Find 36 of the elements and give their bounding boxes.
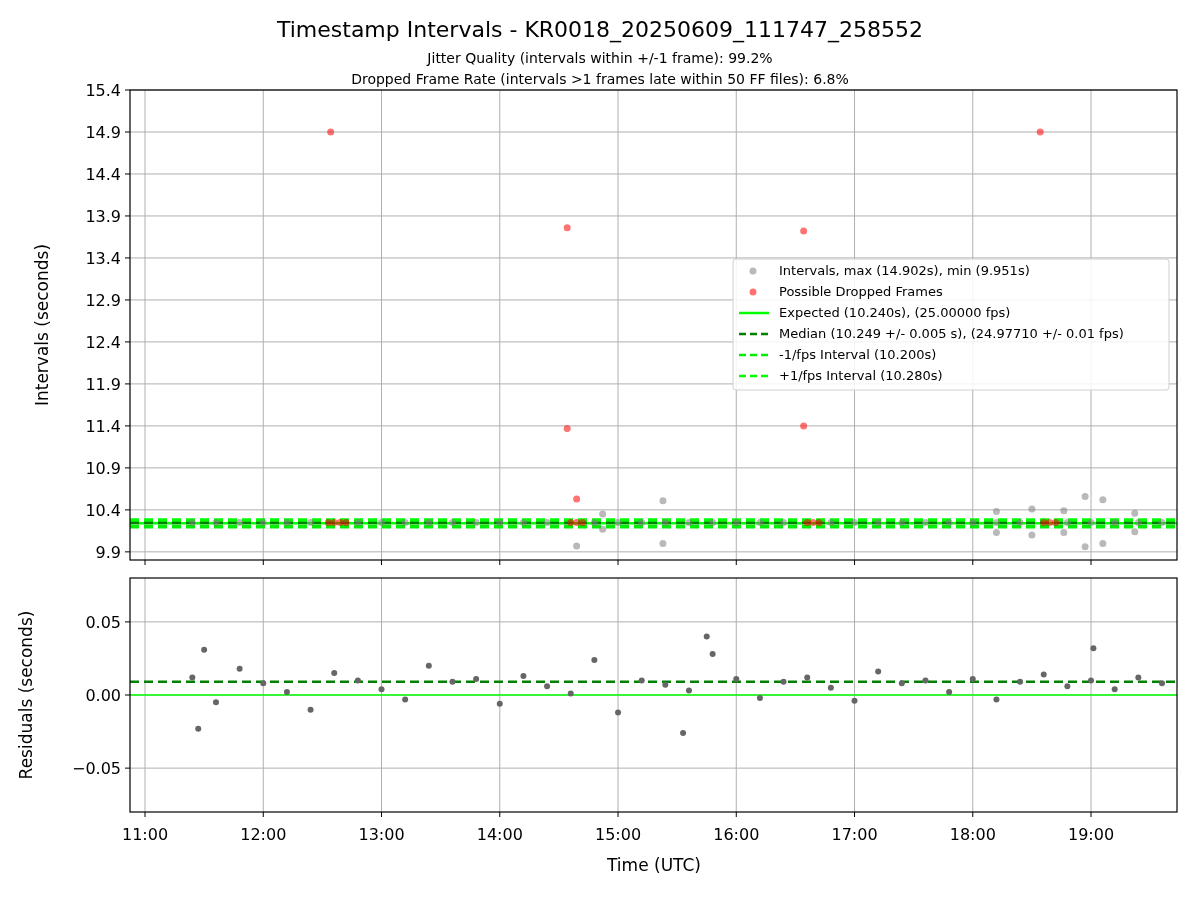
legend-label: -1/fps Interval (10.200s): [779, 347, 937, 362]
x-tick-label: 12:00: [240, 825, 287, 844]
x-tick-label: 15:00: [594, 825, 642, 844]
y-tick-label: 10.4: [85, 500, 121, 520]
x-tick-label: 11:00: [121, 825, 169, 844]
y-tick-label: 13.9: [85, 206, 121, 226]
y-tick-label: 15.4: [85, 81, 121, 100]
y-tick-label: 0.00: [85, 686, 121, 705]
y-tick-label: 14.4: [85, 164, 121, 184]
legend-label: Intervals, max (14.902s), min (9.951s): [779, 263, 1030, 278]
x-axis-label: Time (UTC): [607, 855, 701, 875]
y-tick-label: 12.9: [85, 290, 121, 310]
x-tick-label: 19:00: [1068, 825, 1115, 844]
x-tick-label: 17:00: [831, 825, 878, 844]
chart-subtitle: Jitter Quality (intervals within +/-1 frame): 99.2%: [427, 50, 773, 66]
y-tick-label: 11.9: [85, 374, 121, 394]
y-tick-label: 12.4: [85, 332, 121, 352]
legend-label: Expected (10.240s), (25.00000 fps): [779, 305, 1011, 320]
y-tick-label: 10.9: [85, 458, 121, 478]
legend-label: +1/fps Interval (10.280s): [779, 368, 943, 383]
y-tick-label: 9.9: [95, 542, 121, 562]
x-tick-label: 18:00: [949, 825, 996, 844]
y-axis-label: Intervals (seconds): [32, 243, 52, 407]
legend-label: Possible Dropped Frames: [779, 284, 943, 299]
chart-title: Timestamp Intervals - KR0018_20250609_111747_258552: [276, 17, 924, 42]
y-tick-label: 0.05: [85, 612, 121, 632]
chart-subtitle: Dropped Frame Rate (intervals >1 frames late within 50 FF files): 6.8%: [351, 71, 849, 87]
x-tick-label: 16:00: [713, 825, 760, 844]
y-tick-label: 11.4: [85, 416, 121, 436]
y-tick-label: 14.9: [85, 123, 121, 142]
y-tick-label: −0.05: [71, 759, 121, 779]
x-tick-label: 14:00: [476, 825, 523, 844]
y-tick-label: 13.4: [85, 248, 121, 268]
x-tick-label: 13:00: [358, 825, 405, 844]
y-axis-label: Residuals (seconds): [16, 610, 36, 780]
legend-label: Median (10.249 +/- 0.005 s), (24.97710 +/- 0.01 fps): [779, 326, 1124, 341]
